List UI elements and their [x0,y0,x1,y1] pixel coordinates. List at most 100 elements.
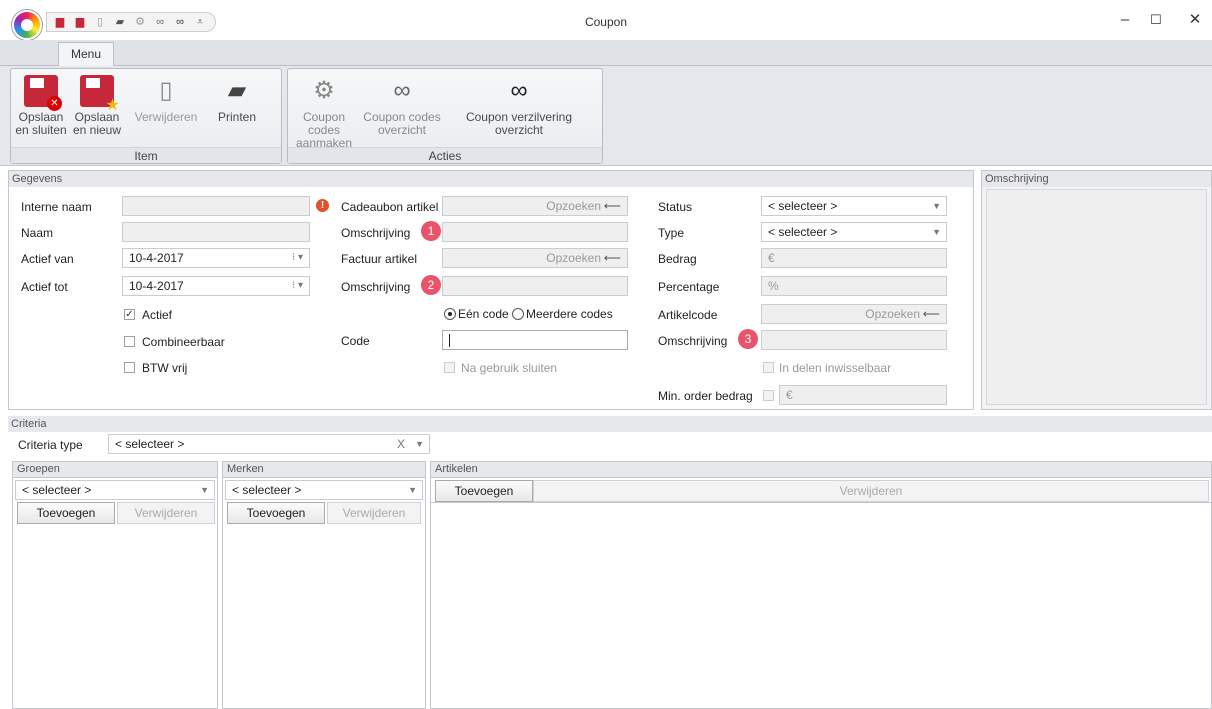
meerdere-codes-radio[interactable] [512,308,524,320]
callout-badge: 2 [421,275,441,295]
label-factuur-artikel: Factuur artikel [341,252,418,266]
button-label: overzicht [377,123,427,137]
bedrag-input[interactable]: € [761,248,947,268]
lookup-label: Opzoeken [546,251,601,265]
save-close-button[interactable]: Opslaan en sluiten [15,75,67,137]
panel-title: Groepen [13,462,217,478]
code-input[interactable] [442,330,628,350]
section-title: Omschrijving [982,171,1211,187]
groepen-select[interactable]: < selecteer > ▼ [15,480,215,500]
chevron-down-icon: ▼ [932,201,941,211]
combineerbaar-checkbox[interactable] [124,336,135,347]
naam-input[interactable] [122,222,310,242]
label-code: Code [341,334,370,348]
save-new-button[interactable]: Opslaan en nieuw [71,75,123,137]
tab-menu[interactable]: Menu [58,42,114,67]
status-select[interactable]: < selecteer > ▼ [761,196,947,216]
label-combineerbaar: Combineerbaar [142,335,225,349]
artikelen-remove-button[interactable]: Verwijderen [533,480,1209,502]
actief-van-date[interactable]: 10-4-2017 ⁝ ▾ [122,248,310,268]
maximize-button[interactable]: ☐ [1141,10,1171,30]
groepen-remove-button[interactable]: Verwijderen [117,502,215,524]
save-new-icon [80,75,120,113]
panel-title: Merken [223,462,425,478]
label-actief-van: Actief van [21,252,74,266]
clear-button[interactable]: X [397,435,405,453]
ribbon-tab-bar: Menu [0,40,1212,67]
cadeaubon-omschrijving-input[interactable] [442,222,628,242]
label-cadeaubon-artikel: Cadeaubon artikel [341,200,439,214]
ribbon-group-acties: ⚙ Coupon codes aanmaken ∞ Coupon codes o… [287,68,603,164]
panel-title: Artikelen [431,462,1211,478]
date-spin-icon[interactable]: ⁝ ▾ [292,277,303,295]
close-button[interactable]: ✕ [1180,10,1210,30]
type-select[interactable]: < selecteer > ▼ [761,222,947,242]
merken-add-button[interactable]: Toevoegen [227,502,325,524]
artikelen-list[interactable] [431,502,1211,503]
date-value: 10-4-2017 [129,279,184,293]
factuur-artikel-lookup[interactable]: Opzoeken ⟵ [442,248,628,268]
een-code-radio[interactable] [444,308,456,320]
artikelen-add-button[interactable]: Toevoegen [435,480,533,502]
coupon-codes-overview-button[interactable]: ∞ Coupon codes overzicht [362,75,442,137]
print-button[interactable]: ▰ Printen [207,75,267,124]
trash-icon: ▯ [159,77,173,104]
button-label: Printen [217,110,257,124]
label-actief-tot: Actief tot [21,280,68,294]
button-label: en nieuw [72,123,122,137]
percentage-input[interactable]: % [761,276,947,296]
artikelcode-lookup[interactable]: Opzoeken ⟵ [761,304,947,324]
interne-naam-input[interactable] [122,196,310,216]
label-een-code: Eén code [458,307,509,321]
actief-tot-date[interactable]: 10-4-2017 ⁝ ▾ [122,276,310,296]
groepen-add-button[interactable]: Toevoegen [17,502,115,524]
ribbon-group-item: Opslaan en sluiten Opslaan en nieuw ▯ Ve… [10,68,282,164]
btw-vrij-checkbox[interactable] [124,362,135,373]
criteria-type-select[interactable]: < selecteer > X ▼ [108,434,430,454]
lookup-icon[interactable]: ⟵ [604,249,621,267]
label-percentage: Percentage [658,280,720,294]
select-value: < selecteer > [22,483,92,497]
delete-button[interactable]: ▯ Verwijderen [129,75,203,124]
label-in-delen: In delen inwisselbaar [779,361,892,375]
artikelen-panel: Artikelen Toevoegen Verwijderen [430,461,1212,709]
lookup-icon[interactable]: ⟵ [923,305,940,323]
omschrijving-textarea[interactable] [986,189,1207,405]
actief-checkbox[interactable]: ✓ [124,309,135,320]
window-title: Coupon [584,15,628,29]
text-caret [449,334,450,348]
na-gebruik-sluiten-checkbox[interactable] [444,362,455,373]
label-status: Status [658,200,693,214]
ribbon: Opslaan en sluiten Opslaan en nieuw ▯ Ve… [0,66,1212,166]
date-value: 10-4-2017 [129,251,184,265]
button-label: overzicht [494,123,544,137]
min-order-checkbox[interactable] [763,390,774,401]
chevron-down-icon: ▼ [408,485,417,495]
section-title: Criteria [8,416,1212,432]
merken-remove-button[interactable]: Verwijderen [327,502,421,524]
in-delen-checkbox[interactable] [763,362,774,373]
save-close-icon [24,75,62,111]
binoculars-icon: ∞ [510,77,528,104]
artikel-omschrijving-input[interactable] [761,330,947,350]
label-criteria-type: Criteria type [18,438,83,452]
merken-select[interactable]: < selecteer > ▼ [225,480,423,500]
create-coupon-codes-button[interactable]: ⚙ Coupon codes aanmaken [288,75,360,150]
label-naam: Naam [21,226,54,240]
coupon-redemption-overview-button[interactable]: ∞ Coupon verzilvering overzicht [446,75,592,137]
placeholder: € [786,388,793,402]
min-order-input[interactable]: € [779,385,947,405]
label-na-gebruik-sluiten: Na gebruik sluiten [461,361,558,375]
group-caption: Item [11,147,281,163]
label-omschrijving: Omschrijving [341,226,411,240]
button-label: en sluiten [15,123,67,137]
select-value: < selecteer > [768,199,838,213]
lookup-icon[interactable]: ⟵ [604,197,621,215]
cadeaubon-artikel-lookup[interactable]: Opzoeken ⟵ [442,196,628,216]
radio-dot [448,312,452,316]
lookup-label: Opzoeken [546,199,601,213]
minimize-button[interactable]: – [1110,10,1140,30]
callout-badge: 3 [738,329,758,349]
date-spin-icon[interactable]: ⁝ ▾ [292,249,303,267]
factuur-omschrijving-input[interactable] [442,276,628,296]
